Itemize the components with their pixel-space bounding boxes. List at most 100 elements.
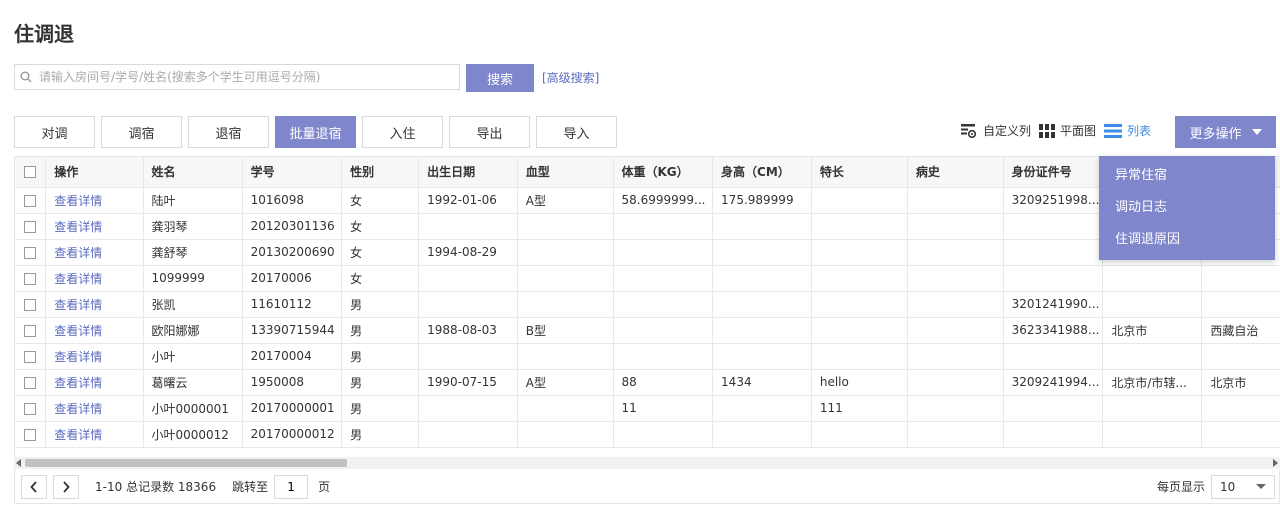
column-header[interactable]: 身份证件号 [1003,157,1104,188]
view-details-link[interactable]: 查看详情 [54,194,102,208]
column-header[interactable]: 病史 [907,157,1004,188]
view-details-link[interactable]: 查看详情 [54,428,102,442]
more-actions-button[interactable]: 更多操作 [1175,116,1276,148]
row-checkbox[interactable] [24,324,37,337]
list-view-option[interactable]: 列表 [1104,122,1151,139]
custom-columns-option[interactable]: 自定义列 [960,122,1031,139]
table-cell [907,343,1004,370]
row-checkbox-cell[interactable] [15,395,47,422]
table-cell [907,213,1004,240]
change-room-button[interactable]: 调宿 [101,116,182,148]
view-details-link[interactable]: 查看详情 [54,298,102,312]
row-checkbox[interactable] [24,298,37,311]
view-details-link[interactable]: 查看详情 [54,402,102,416]
table-cell: 1950008 [242,369,343,396]
row-checkbox-cell[interactable] [15,343,47,370]
horizontal-scrollbar[interactable] [14,457,1280,469]
row-checkbox-cell[interactable] [15,265,47,292]
scroll-right-icon[interactable] [1273,459,1278,467]
table-cell [517,395,614,422]
per-page-select[interactable]: 10 [1211,474,1275,499]
action-toolbar: 对调 调宿 退宿 批量退宿 入住 导出 导入 [14,116,623,148]
table-cell [811,317,908,344]
row-checkbox-cell[interactable] [15,291,47,318]
view-details-link[interactable]: 查看详情 [54,376,102,390]
table-cell: 北京市 [1201,369,1280,396]
menu-item-abnormal-stay[interactable]: 异常住宿 [1099,160,1275,192]
column-header[interactable]: 特长 [811,157,908,188]
column-header[interactable]: 学号 [242,157,343,188]
column-header[interactable]: 身高（CM） [712,157,812,188]
prev-page-button[interactable] [21,474,47,499]
check-in-button[interactable]: 入住 [362,116,443,148]
menu-item-reasons[interactable]: 住调退原因 [1099,224,1275,256]
caret-down-icon [1251,129,1262,135]
check-out-button[interactable]: 退宿 [188,116,269,148]
scrollbar-thumb[interactable] [25,459,347,467]
row-checkbox[interactable] [24,350,37,363]
row-checkbox[interactable] [24,428,37,441]
view-details-link[interactable]: 查看详情 [54,324,102,338]
column-header[interactable]: 体重（KG） [613,157,714,188]
row-checkbox[interactable] [24,246,37,259]
row-checkbox[interactable] [24,272,37,285]
table-cell [1102,395,1203,422]
column-header[interactable]: 性别 [341,157,420,188]
view-details-link[interactable]: 查看详情 [54,350,102,364]
page-number-input[interactable] [274,474,309,499]
table-cell: 1099999 [143,265,243,292]
export-button[interactable]: 导出 [449,116,530,148]
column-header[interactable]: 血型 [517,157,614,188]
grid-icon [1039,123,1056,138]
table-cell: 男 [341,395,420,422]
table-cell [613,213,714,240]
table-cell [712,395,812,422]
table-cell [907,187,1004,214]
row-checkbox-cell[interactable] [15,369,47,396]
table-cell: 女 [341,213,420,240]
row-checkbox-cell[interactable] [15,317,47,344]
view-details-link[interactable]: 查看详情 [54,246,102,260]
column-header[interactable]: 操作 [45,157,144,188]
row-checkbox-cell[interactable] [15,239,47,266]
table-cell: 88 [613,369,714,396]
row-checkbox[interactable] [24,194,37,207]
menu-item-transfer-log[interactable]: 调动日志 [1099,192,1275,224]
table-cell: 20170000001 [242,395,343,422]
next-page-button[interactable] [53,474,79,499]
table-cell: 北京市 [1102,317,1203,344]
record-info: 1-10 总记录数 18366 [95,478,216,495]
select-all-checkbox[interactable] [24,166,37,179]
view-options: 自定义列 平面图 列表 [960,122,1159,139]
table-cell: 11 [613,395,714,422]
more-actions-menu: 异常住宿 调动日志 住调退原因 [1099,156,1275,260]
column-header[interactable]: 姓名 [143,157,243,188]
table-cell: A型 [517,369,614,396]
plan-view-option[interactable]: 平面图 [1039,122,1096,139]
row-checkbox-cell[interactable] [15,187,47,214]
table-row: 查看详情 陆叶 1016098 女 1992-01-06 A型 58.6999999... 1… [15,187,1280,214]
column-header[interactable]: 出生日期 [418,157,518,188]
row-checkbox[interactable] [24,220,37,233]
row-checkbox-cell[interactable] [15,421,47,448]
table-cell: 20130200690 [242,239,343,266]
advanced-search-link[interactable]: [高级搜索] [542,69,599,86]
select-all-checkbox-cell[interactable] [15,157,47,188]
table-cell [712,421,812,448]
search-box[interactable] [14,64,460,90]
table-cell [418,291,518,318]
chevron-right-icon [63,480,70,493]
students-table: 操作 姓名 学号 性别 出生日期 血型 体重（KG） 身高（CM） 特长 病史 身份证件号 查看详情… [14,156,1280,458]
row-checkbox-cell[interactable] [15,213,47,240]
scroll-left-icon[interactable] [16,459,21,467]
import-button[interactable]: 导入 [536,116,617,148]
swap-button[interactable]: 对调 [14,116,95,148]
row-checkbox[interactable] [24,402,37,415]
view-details-link[interactable]: 查看详情 [54,272,102,286]
batch-check-out-button[interactable]: 批量退宿 [275,116,356,148]
view-details-link[interactable]: 查看详情 [54,220,102,234]
search-input[interactable] [37,69,459,85]
search-button[interactable]: 搜索 [466,64,534,92]
table-cell [1003,343,1104,370]
row-checkbox[interactable] [24,376,37,389]
